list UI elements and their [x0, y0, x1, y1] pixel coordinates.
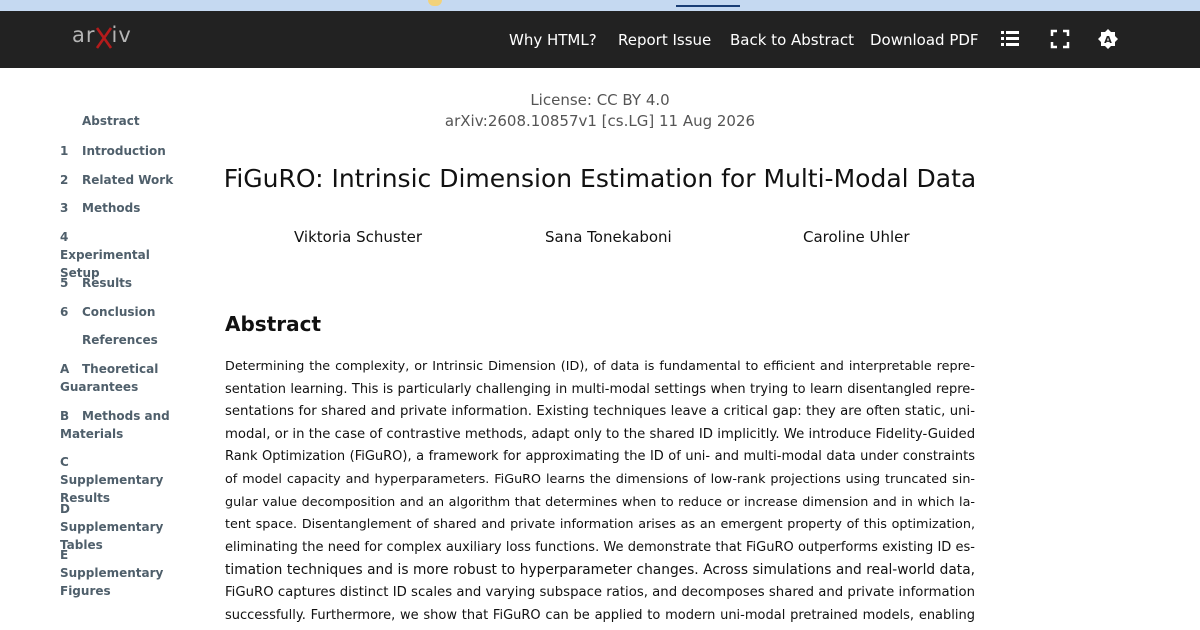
svg-text:A: A [1104, 35, 1112, 46]
navbar: ar iv Why HTML? Report Issue Back to Abst… [0, 11, 1200, 68]
browser-top-strip [0, 0, 1200, 11]
abstract-body: Determining the complexity, or Intrinsic… [225, 356, 975, 627]
abstract-line: gular value decomposition and an algorit… [225, 494, 975, 510]
toc-item-conclusion[interactable]: 6 Conclusion [60, 303, 190, 321]
list-icon[interactable] [999, 28, 1021, 50]
report-issue-link[interactable]: Report Issue [618, 31, 711, 49]
toc-item-supplementary-figures[interactable]: ESupplementary Figures [60, 546, 180, 600]
abstract-line: of model capacity and hyperparameters. F… [225, 471, 975, 487]
toc-item-results[interactable]: 5 Results [60, 274, 190, 292]
banner-emoji-icon [428, 0, 442, 6]
toc-item-references[interactable]: References [82, 331, 212, 349]
download-pdf-link[interactable]: Download PDF [870, 31, 979, 49]
back-to-abstract-link[interactable]: Back to Abstract [730, 31, 854, 49]
author-name: Viktoria Schuster [294, 228, 423, 246]
paper-title: FiGuRO: Intrinsic Dimension Estimation f… [223, 164, 977, 193]
abstract-line: Determining the complexity, or Intrinsic… [225, 359, 975, 374]
fullscreen-icon[interactable] [1049, 28, 1071, 50]
abstract-line: modal, or in the case of contrastive met… [225, 426, 976, 442]
toc-item-introduction[interactable]: 1 Introduction [60, 142, 190, 160]
abstract-line: tent space. Disentanglement of shared an… [225, 517, 975, 533]
abstract-line: sentations for shared and private inform… [225, 404, 975, 420]
abstract-line: FiGuRO captures distinct ID scales and v… [225, 584, 975, 600]
banner-link-underline [676, 5, 740, 7]
toc-item-methods-and-materials[interactable]: B Methods and Materials [60, 407, 170, 443]
arxiv-logo[interactable]: ar iv [72, 23, 132, 53]
abstract-line: eliminating the need for complex auxilia… [225, 539, 975, 555]
abstract-line: timation techniques and is more robust t… [225, 562, 975, 579]
author-name: Sana Tonekaboni [545, 228, 672, 246]
theme-toggle-icon[interactable]: A [1097, 28, 1119, 50]
abstract-line: sentation learning. This is particularly… [225, 381, 975, 397]
toc-item-supplementary-results[interactable]: CSupplementary Results [60, 453, 180, 507]
abstract-line: successfully. Furthermore, we show that … [225, 607, 975, 623]
arxiv-id-text: arXiv:2608.10857v1 [cs.LG] 11 Aug 2026 [444, 112, 756, 130]
license-text: License: CC BY 4.0 [530, 91, 670, 109]
author-name: Caroline Uhler [803, 228, 910, 246]
toc-item-theoretical-guarantees[interactable]: A Theoretical Guarantees [60, 360, 160, 396]
why-html-link[interactable]: Why HTML? [509, 31, 597, 49]
toc-item-methods[interactable]: 3 Methods [60, 199, 190, 217]
abstract-line: Rank Optimization (FiGuRO), a framework … [225, 449, 975, 465]
abstract-heading: Abstract [225, 312, 322, 336]
